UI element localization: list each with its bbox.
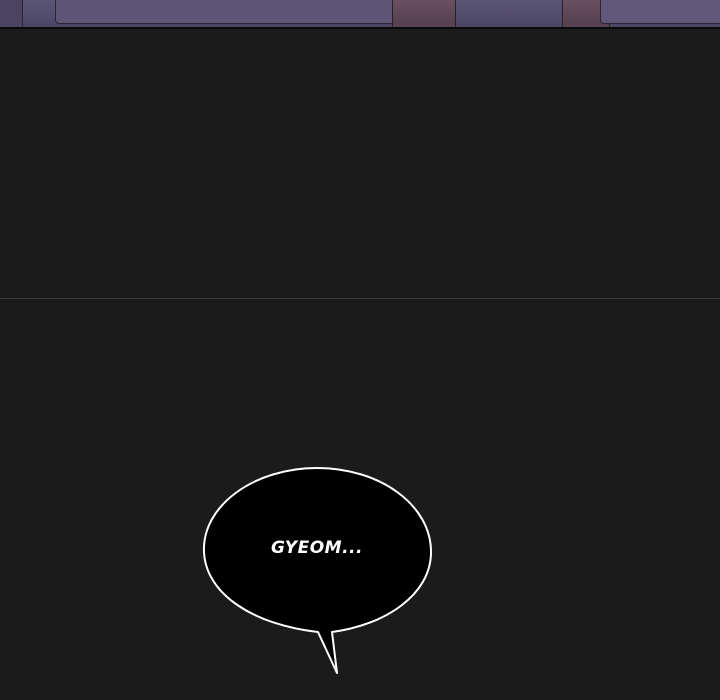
panel-divider <box>0 298 720 299</box>
speech-bubble-text: GYEOM... <box>271 538 363 558</box>
panel-gutter <box>0 29 720 700</box>
panel-object <box>55 0 397 24</box>
panel-object <box>0 0 23 27</box>
previous-panel-edge <box>0 0 720 29</box>
character-leg <box>392 0 456 27</box>
comic-page: GYEOM... <box>0 0 720 700</box>
panel-object <box>600 0 720 24</box>
